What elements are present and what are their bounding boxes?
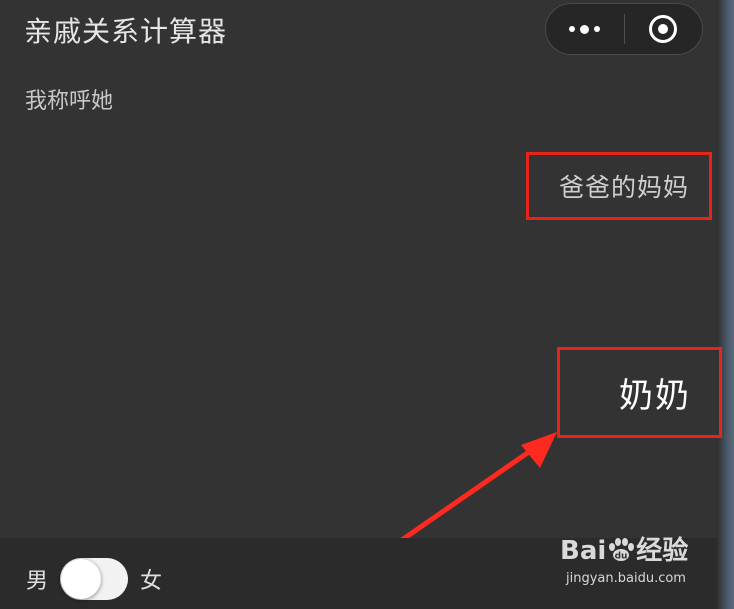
more-dots-icon — [569, 24, 601, 34]
watermark-url: jingyan.baidu.com — [566, 571, 686, 586]
result-value: 奶奶 — [619, 376, 691, 416]
prompt-label: 我称呼她 — [25, 89, 114, 114]
target-circle-icon — [649, 15, 678, 43]
gender-male-label: 男 — [26, 569, 49, 594]
gender-toggle[interactable] — [60, 558, 128, 600]
page-title: 亲戚关系计算器 — [24, 15, 228, 48]
svg-text:du: du — [615, 552, 628, 562]
result-highlight: 奶奶 — [557, 347, 722, 438]
relation-input-value: 爸爸的妈妈 — [558, 173, 689, 202]
toggle-knob[interactable] — [61, 559, 101, 599]
close-mini-program-button[interactable] — [625, 4, 703, 54]
gender-female-label: 女 — [140, 569, 163, 594]
desktop-edge — [717, 0, 734, 609]
mini-program-capsule — [545, 3, 703, 55]
more-menu-button[interactable] — [546, 4, 624, 54]
relation-input-highlight[interactable]: 爸爸的妈妈 — [526, 152, 712, 220]
watermark-logo: Bai du 经验 — [560, 536, 689, 566]
baidu-jingyan-watermark: Bai du 经验 jingyan.baidu.com — [560, 530, 710, 596]
paw-icon: du — [609, 538, 635, 562]
